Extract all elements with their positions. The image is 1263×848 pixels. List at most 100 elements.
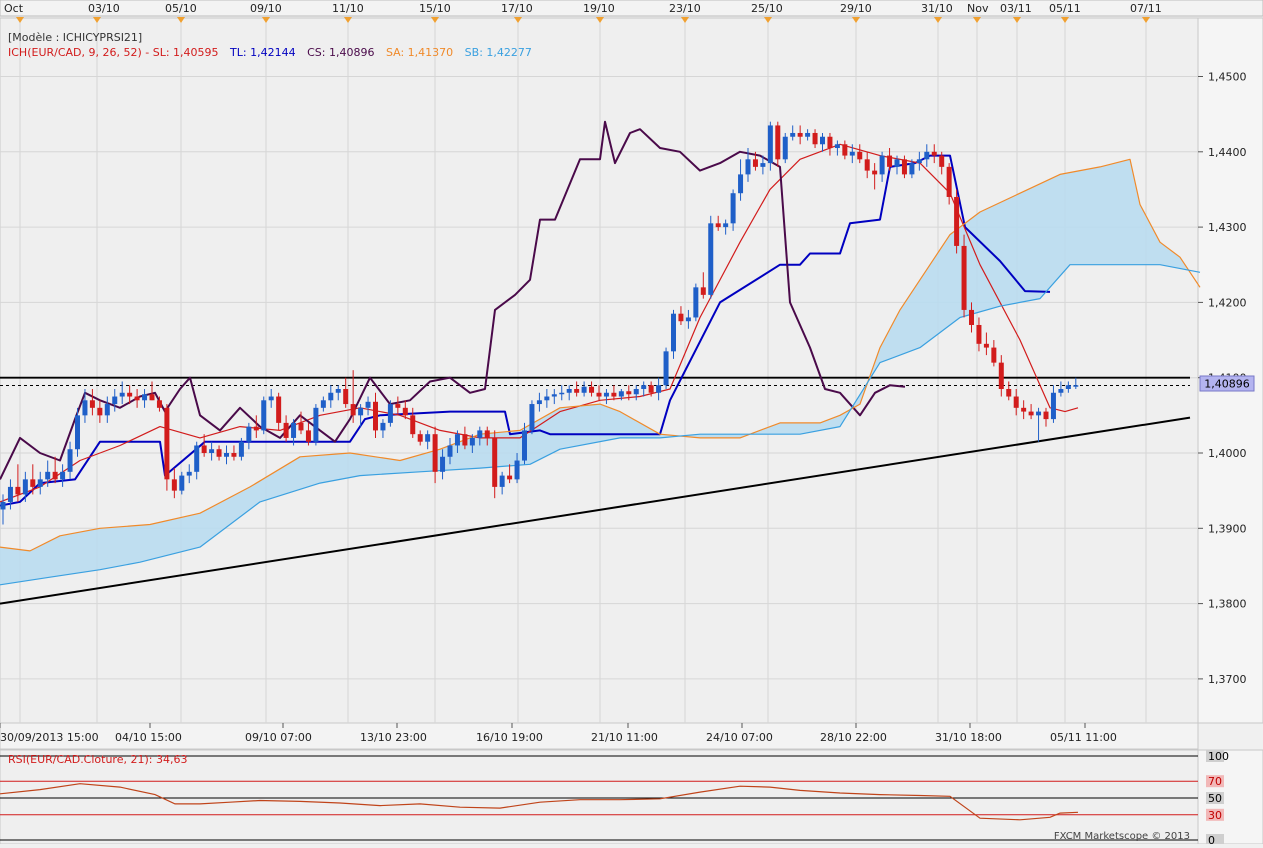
candle-body (857, 151, 863, 160)
candle-body (454, 434, 460, 446)
time-tick-label: 09/10 07:00 (245, 731, 312, 744)
candle-body (581, 386, 587, 393)
candle-body (276, 396, 282, 423)
time-tick-label: 13/10 23:00 (360, 731, 427, 744)
top-date-label: 19/10 (583, 2, 615, 15)
top-date-label: 23/10 (669, 2, 701, 15)
top-date-label: 17/10 (501, 2, 533, 15)
candle-body (7, 486, 13, 502)
candle-body (365, 401, 371, 408)
candle-body (1021, 407, 1027, 412)
candle-body (447, 445, 453, 457)
rsi-scale-label: 50 (1208, 792, 1222, 805)
legend-sa: SA: 1,41370 (386, 46, 453, 59)
candle-body (894, 159, 900, 167)
candle-body (916, 159, 922, 164)
candle-body (410, 415, 416, 435)
candle-body (82, 400, 88, 416)
candle-body (52, 471, 58, 480)
legend-tl: TL: 1,42144 (229, 46, 296, 59)
candle-body (268, 396, 274, 401)
ichimoku-chart[interactable]: Oct 03/10 05/10 09/10 11/10 15/10 17/10 19/10 23… (0, 0, 1263, 847)
candle-body (45, 471, 51, 480)
candle-body (745, 159, 751, 175)
candle-body (864, 159, 870, 171)
candle-body (402, 407, 408, 416)
candle-body (648, 385, 654, 393)
price-tick-label: 1,4400 (1208, 146, 1247, 159)
candle-body (931, 151, 937, 156)
price-tick-label: 1,3900 (1208, 522, 1247, 535)
candle-body (551, 394, 557, 397)
candle-body (75, 415, 80, 450)
top-date-label: Nov (967, 2, 989, 15)
candle-body (983, 343, 989, 348)
candle-body (1028, 411, 1034, 416)
candle-body (238, 441, 244, 457)
candle-body (156, 400, 162, 408)
candle-body (641, 385, 647, 389)
candle-body (89, 400, 95, 408)
candle-body (1036, 411, 1042, 416)
candle-body (805, 132, 811, 137)
price-tick-label: 1,4200 (1208, 296, 1247, 309)
candle-body (119, 392, 125, 397)
candle-body (112, 396, 118, 405)
candle-body (127, 392, 133, 397)
time-tick-label: 28/10 22:00 (820, 731, 887, 744)
candle-body (224, 453, 229, 457)
time-tick-label: 30/09/2013 15:00 (0, 731, 99, 744)
top-date-label: 15/10 (419, 2, 451, 15)
price-tick-label: 1,4300 (1208, 221, 1247, 234)
candle-body (879, 155, 885, 175)
candle-body (529, 404, 535, 431)
candle-body (522, 430, 527, 461)
time-tick-label: 24/10 07:00 (706, 731, 773, 744)
candle-body (358, 407, 364, 416)
candle-body (1006, 388, 1012, 397)
legend-ich-sl: ICH(EUR/CAD, 9, 26, 52) - SL: 1,40595 (8, 46, 219, 59)
candle-body (171, 479, 177, 491)
candle-body (775, 125, 781, 160)
candle-body (335, 388, 341, 393)
candle-body (685, 317, 691, 322)
candle-body (611, 392, 617, 397)
candle-body (961, 245, 967, 310)
main-plot-area[interactable] (0, 17, 1199, 724)
top-date-label: Oct (4, 2, 24, 15)
candle-body (738, 174, 744, 194)
rsi-legend: RSI(EUR/CAD.Cloture, 21): 34,63 (8, 753, 187, 766)
candle-body (142, 394, 148, 401)
candle-body (343, 388, 349, 405)
candle-body (67, 449, 73, 472)
candle-body (186, 471, 192, 476)
candle-body (708, 223, 714, 295)
candle-body (261, 400, 267, 431)
price-tick-label: 1,3800 (1208, 598, 1247, 611)
candle-body (633, 388, 639, 395)
candle-body (849, 151, 855, 156)
model-label: [Modèle : ICHICYPRSI21] (8, 31, 142, 44)
candle-body (1065, 385, 1071, 389)
candle-body (1050, 392, 1056, 420)
candle-body (380, 422, 386, 431)
time-tick-label: 21/10 11:00 (591, 731, 658, 744)
candle-body (887, 155, 893, 167)
candle-body (678, 313, 684, 322)
candle-body (201, 445, 207, 453)
candle-body (298, 422, 304, 431)
rsi-scale-label: 0 (1208, 834, 1215, 844)
candle-body (30, 479, 36, 487)
candle-body (164, 407, 170, 480)
candle-body (544, 396, 550, 401)
candle-body (827, 136, 833, 149)
candle-body (134, 396, 140, 401)
candle-body (723, 223, 729, 228)
indicator-legend: ICH(EUR/CAD, 9, 26, 52) - SL: 1,40595 TL… (8, 46, 532, 59)
candle-body (0, 501, 6, 510)
candle-body (998, 362, 1004, 389)
candle-body (313, 407, 319, 442)
candle-body (976, 324, 982, 344)
candle-body (663, 351, 669, 386)
candle-body (842, 144, 848, 156)
